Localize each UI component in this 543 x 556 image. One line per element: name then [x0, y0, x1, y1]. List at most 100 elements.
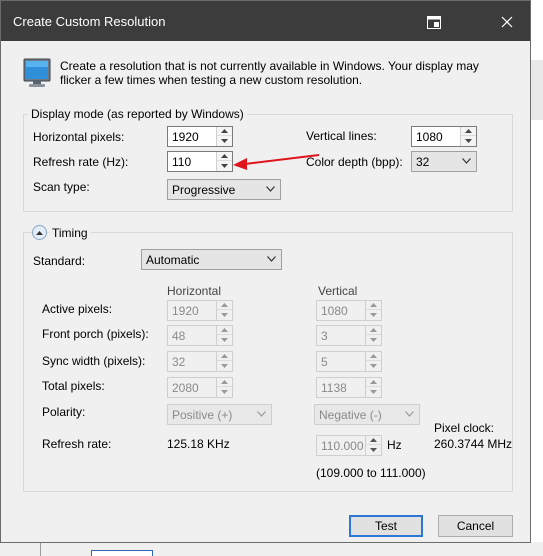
spin-down-button[interactable] [217, 310, 232, 319]
active-pixels-v-spinner[interactable]: 1080 [316, 300, 382, 321]
chevron-up-icon [221, 303, 228, 307]
active-pixels-v-value: 1080 [321, 304, 348, 318]
active-pixels-h-spinner[interactable]: 1920 [167, 300, 233, 321]
sync-width-h-spinner[interactable]: 32 [167, 351, 233, 372]
spinner-arrows [216, 378, 232, 397]
spin-down-button[interactable] [217, 387, 232, 396]
polarity-v-value: Negative (-) [319, 408, 382, 422]
front-porch-v-value: 3 [321, 329, 328, 343]
sync-width-v-spinner[interactable]: 5 [316, 351, 382, 372]
annotation-arrow [233, 154, 320, 170]
scan-type-value: Progressive [172, 183, 236, 197]
background-divider [40, 542, 41, 556]
spin-up-button[interactable] [366, 352, 381, 361]
spin-up-button[interactable] [366, 301, 381, 310]
spinner-arrows [216, 326, 232, 345]
scan-type-label: Scan type: [33, 180, 90, 194]
spin-down-button[interactable] [217, 136, 232, 145]
vertical-lines-spinner[interactable]: 1080 [411, 126, 477, 147]
vertical-refresh-spinner[interactable]: 110.000 [316, 435, 382, 456]
polarity-v-select[interactable]: Negative (-) [314, 404, 420, 425]
spin-down-button[interactable] [366, 361, 381, 370]
chevron-down-icon [221, 312, 228, 317]
timing-label: Timing [49, 226, 91, 240]
active-pixels-label: Active pixels: [42, 302, 113, 316]
total-pixels-v-spinner[interactable]: 1138 [316, 377, 382, 398]
chevron-up-icon [221, 328, 228, 332]
chevron-down-icon [267, 256, 276, 262]
spinner-arrows [216, 301, 232, 320]
spin-up-button[interactable] [217, 301, 232, 310]
spinner-arrows [365, 436, 381, 455]
test-button[interactable]: Test [349, 515, 423, 537]
title-bar: Create Custom Resolution [1, 1, 530, 41]
vertical-column-header: Vertical [318, 284, 358, 298]
chevron-up-icon [370, 354, 377, 358]
spin-up-button[interactable] [366, 378, 381, 387]
front-porch-h-value: 48 [172, 329, 186, 343]
spin-up-button[interactable] [366, 436, 381, 445]
spin-down-button[interactable] [366, 387, 381, 396]
help-button[interactable] [419, 11, 449, 33]
horizontal-frequency-value: 125.18 KHz [167, 437, 230, 451]
chevron-up-icon [36, 230, 43, 235]
color-depth-select[interactable]: 32 [411, 151, 477, 172]
chevron-up-icon [221, 129, 228, 133]
spin-up-button[interactable] [461, 127, 476, 136]
refresh-unit-label: Hz [387, 438, 402, 452]
chevron-up-icon [221, 380, 228, 384]
spin-up-button[interactable] [217, 352, 232, 361]
cancel-button-label: Cancel [456, 519, 495, 533]
spin-up-button[interactable] [366, 326, 381, 335]
vertical-refresh-value: 110.000 [321, 439, 364, 453]
intro-text: Create a resolution that is not currentl… [60, 59, 479, 87]
chevron-up-icon [370, 438, 377, 442]
spin-down-button[interactable] [217, 161, 232, 170]
spin-down-button[interactable] [217, 335, 232, 344]
chevron-down-icon [405, 411, 414, 417]
sync-width-h-value: 32 [172, 355, 186, 369]
refresh-rate-label: Refresh rate (Hz): [33, 155, 129, 169]
polarity-h-select[interactable]: Positive (+) [167, 404, 272, 425]
spin-up-button[interactable] [217, 326, 232, 335]
polarity-label: Polarity: [42, 405, 86, 419]
front-porch-v-spinner[interactable]: 3 [316, 325, 382, 346]
chevron-down-icon [370, 389, 377, 394]
color-depth-value: 32 [416, 155, 430, 169]
spin-down-button[interactable] [217, 361, 232, 370]
vertical-lines-label: Vertical lines: [306, 129, 377, 143]
pixel-clock-value: 260.3744 MHz [434, 437, 513, 451]
spin-up-button[interactable] [217, 127, 232, 136]
close-icon [501, 16, 513, 28]
cancel-button[interactable]: Cancel [438, 515, 513, 537]
dialog-title: Create Custom Resolution [13, 14, 166, 29]
standard-label: Standard: [33, 254, 86, 268]
total-pixels-label: Total pixels: [42, 379, 105, 393]
total-pixels-h-spinner[interactable]: 2080 [167, 377, 233, 398]
chevron-down-icon [370, 337, 377, 342]
spin-up-button[interactable] [217, 378, 232, 387]
scan-type-select[interactable]: Progressive [167, 179, 281, 200]
spin-down-button[interactable] [366, 335, 381, 344]
timing-collapse-button[interactable] [32, 225, 47, 240]
horizontal-pixels-value: 1920 [172, 130, 199, 144]
standard-select[interactable]: Automatic [141, 249, 282, 270]
standard-value: Automatic [146, 253, 200, 267]
chevron-up-icon [370, 380, 377, 384]
front-porch-h-spinner[interactable]: 48 [167, 325, 233, 346]
spin-down-button[interactable] [366, 445, 381, 454]
chevron-down-icon [370, 447, 377, 452]
horizontal-column-header: Horizontal [167, 284, 222, 298]
total-pixels-h-value: 2080 [172, 381, 199, 395]
chevron-down-icon [221, 337, 228, 342]
display-mode-label: Display mode (as reported by Windows) [28, 107, 247, 121]
horizontal-pixels-spinner[interactable]: 1920 [167, 126, 233, 147]
close-button[interactable] [491, 9, 523, 35]
background-window [531, 0, 543, 556]
refresh-rate-value: 110 [172, 155, 192, 169]
refresh-rate-spinner[interactable]: 110 [167, 151, 233, 172]
spin-up-button[interactable] [217, 152, 232, 161]
spin-down-button[interactable] [461, 136, 476, 145]
spin-down-button[interactable] [366, 310, 381, 319]
pixel-clock-label: Pixel clock: [434, 421, 495, 435]
